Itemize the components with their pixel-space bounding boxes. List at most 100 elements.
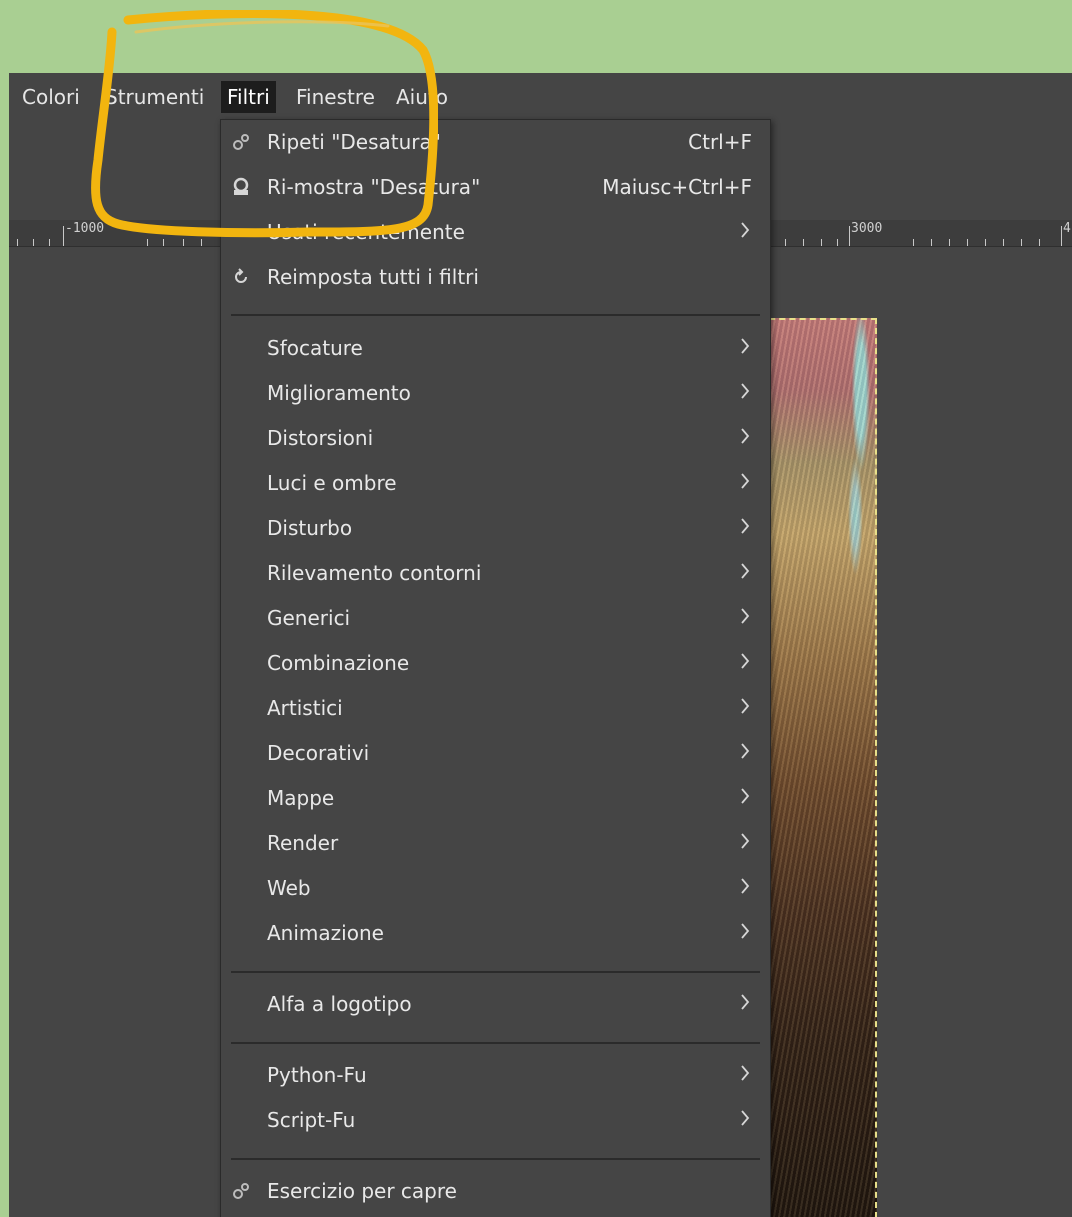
menu-item-label: Usati recentemente — [267, 220, 465, 244]
menu-item-shortcut: Maiusc+Ctrl+F — [602, 175, 752, 199]
ruler-tick — [849, 226, 850, 246]
ruler-tick — [147, 239, 148, 246]
menu-separator — [231, 1042, 760, 1044]
menu-item-recently-used[interactable]: Usati recentemente — [221, 210, 770, 254]
chevron-right-icon — [741, 878, 750, 894]
ruler-tick — [201, 239, 202, 246]
selection-marquee — [769, 318, 877, 320]
filters-menu: Ripeti "Desatura" Ctrl+F Ri-mostra "Desa… — [220, 119, 771, 1217]
ruler-tick — [1021, 239, 1022, 246]
menu-strumenti[interactable]: Strumenti — [99, 81, 210, 113]
menu-colori[interactable]: Colori — [16, 81, 86, 113]
ruler-tick — [33, 239, 34, 246]
chevron-right-icon — [741, 923, 750, 939]
menu-item-label: Combinazione — [267, 651, 410, 675]
gear-dialog-icon — [233, 177, 249, 195]
menu-item-reset-all-filters[interactable]: Reimposta tutti i filtri — [221, 255, 770, 299]
menu-finestre[interactable]: Finestre — [290, 81, 381, 113]
ruler-tick — [63, 226, 64, 246]
ruler-tick — [49, 239, 50, 246]
menu-item-label: Alfa a logotipo — [267, 992, 412, 1016]
menu-item-decor[interactable]: Decorativi — [221, 731, 770, 775]
menu-item-label: Animazione — [267, 921, 384, 945]
menu-item-label: Sfocature — [267, 336, 363, 360]
menu-item-label: Reimposta tutti i filtri — [267, 265, 479, 289]
menu-item-distorts[interactable]: Distorsioni — [221, 416, 770, 460]
menu-item-render[interactable]: Render — [221, 821, 770, 865]
ruler-label: 3000 — [851, 221, 883, 236]
ruler-label: -1000 — [65, 221, 105, 236]
menu-item-light-shadow[interactable]: Luci e ombre — [221, 461, 770, 505]
gear-icon — [233, 134, 249, 150]
menu-item-combine[interactable]: Combinazione — [221, 641, 770, 685]
menu-item-repeat-desaturate[interactable]: Ripeti "Desatura" Ctrl+F — [221, 120, 770, 164]
ruler-tick — [985, 239, 986, 246]
chevron-right-icon — [741, 518, 750, 534]
ruler-tick — [17, 239, 18, 246]
chevron-right-icon — [741, 563, 750, 579]
chevron-right-icon — [741, 743, 750, 759]
menu-item-noise[interactable]: Disturbo — [221, 506, 770, 550]
menu-item-label: Miglioramento — [267, 381, 411, 405]
menu-item-label: Decorativi — [267, 741, 370, 765]
chevron-right-icon — [741, 473, 750, 489]
menu-item-label: Web — [267, 876, 311, 900]
menu-item-enhance[interactable]: Miglioramento — [221, 371, 770, 415]
menu-item-map[interactable]: Mappe — [221, 776, 770, 820]
menu-item-label: Render — [267, 831, 339, 855]
menu-aiuto[interactable]: Aiuto — [390, 81, 454, 113]
menu-item-edge-detect[interactable]: Rilevamento contorni — [221, 551, 770, 595]
chevron-right-icon — [741, 338, 750, 354]
menu-filtri[interactable]: Filtri — [221, 81, 276, 113]
chevron-right-icon — [741, 788, 750, 804]
menu-item-label: Ri-mostra "Desatura" — [267, 175, 481, 199]
reset-icon — [235, 268, 247, 283]
menu-item-label: Script-Fu — [267, 1108, 356, 1132]
menu-item-label: Esercizio per capre — [267, 1179, 457, 1203]
menu-item-animation[interactable]: Animazione — [221, 911, 770, 955]
chevron-right-icon — [741, 222, 750, 238]
chevron-right-icon — [741, 994, 750, 1010]
ruler-tick — [1003, 239, 1004, 246]
ruler-tick — [163, 239, 164, 246]
menu-item-reshow-desaturate[interactable]: Ri-mostra "Desatura" Maiusc+Ctrl+F — [221, 165, 770, 209]
menu-item-label: Disturbo — [267, 516, 353, 540]
ruler-tick — [183, 239, 184, 246]
ruler-tick — [785, 239, 786, 246]
menu-item-label: Artistici — [267, 696, 343, 720]
ruler-tick — [1039, 239, 1040, 246]
ruler-tick — [837, 239, 838, 246]
chevron-right-icon — [741, 1110, 750, 1126]
ruler-tick — [1061, 226, 1062, 246]
menu-item-label: Distorsioni — [267, 426, 374, 450]
ruler-tick — [913, 239, 914, 246]
ruler-tick — [967, 239, 968, 246]
menu-item-alpha-to-logo[interactable]: Alfa a logotipo — [221, 982, 770, 1026]
menu-item-script-fu[interactable]: Script-Fu — [221, 1098, 770, 1142]
canvas-image[interactable] — [769, 318, 877, 1217]
menu-item-shortcut: Ctrl+F — [688, 130, 752, 154]
menu-item-generic[interactable]: Generici — [221, 596, 770, 640]
menu-item-label: Luci e ombre — [267, 471, 397, 495]
ruler-tick — [821, 239, 822, 246]
menu-item-goat-exercise[interactable]: Esercizio per capre — [221, 1169, 770, 1213]
chevron-right-icon — [741, 428, 750, 444]
menu-item-artistic[interactable]: Artistici — [221, 686, 770, 730]
selection-marquee — [875, 318, 877, 1217]
chevron-right-icon — [741, 653, 750, 669]
menu-item-label: Mappe — [267, 786, 335, 810]
menu-item-label: Python-Fu — [267, 1063, 367, 1087]
gimp-window: Colori Strumenti Filtri Finestre Aiuto -… — [9, 73, 1072, 1217]
menu-item-python-fu[interactable]: Python-Fu — [221, 1053, 770, 1097]
menu-item-label: Generici — [267, 606, 351, 630]
chevron-right-icon — [741, 698, 750, 714]
menu-item-web[interactable]: Web — [221, 866, 770, 910]
menu-item-label: Ripeti "Desatura" — [267, 130, 441, 154]
menu-separator — [231, 1158, 760, 1160]
menu-item-label: Rilevamento contorni — [267, 561, 482, 585]
menu-item-blur[interactable]: Sfocature — [221, 326, 770, 370]
chevron-right-icon — [741, 833, 750, 849]
ruler-tick — [803, 239, 804, 246]
chevron-right-icon — [741, 1065, 750, 1081]
menu-separator — [231, 971, 760, 973]
